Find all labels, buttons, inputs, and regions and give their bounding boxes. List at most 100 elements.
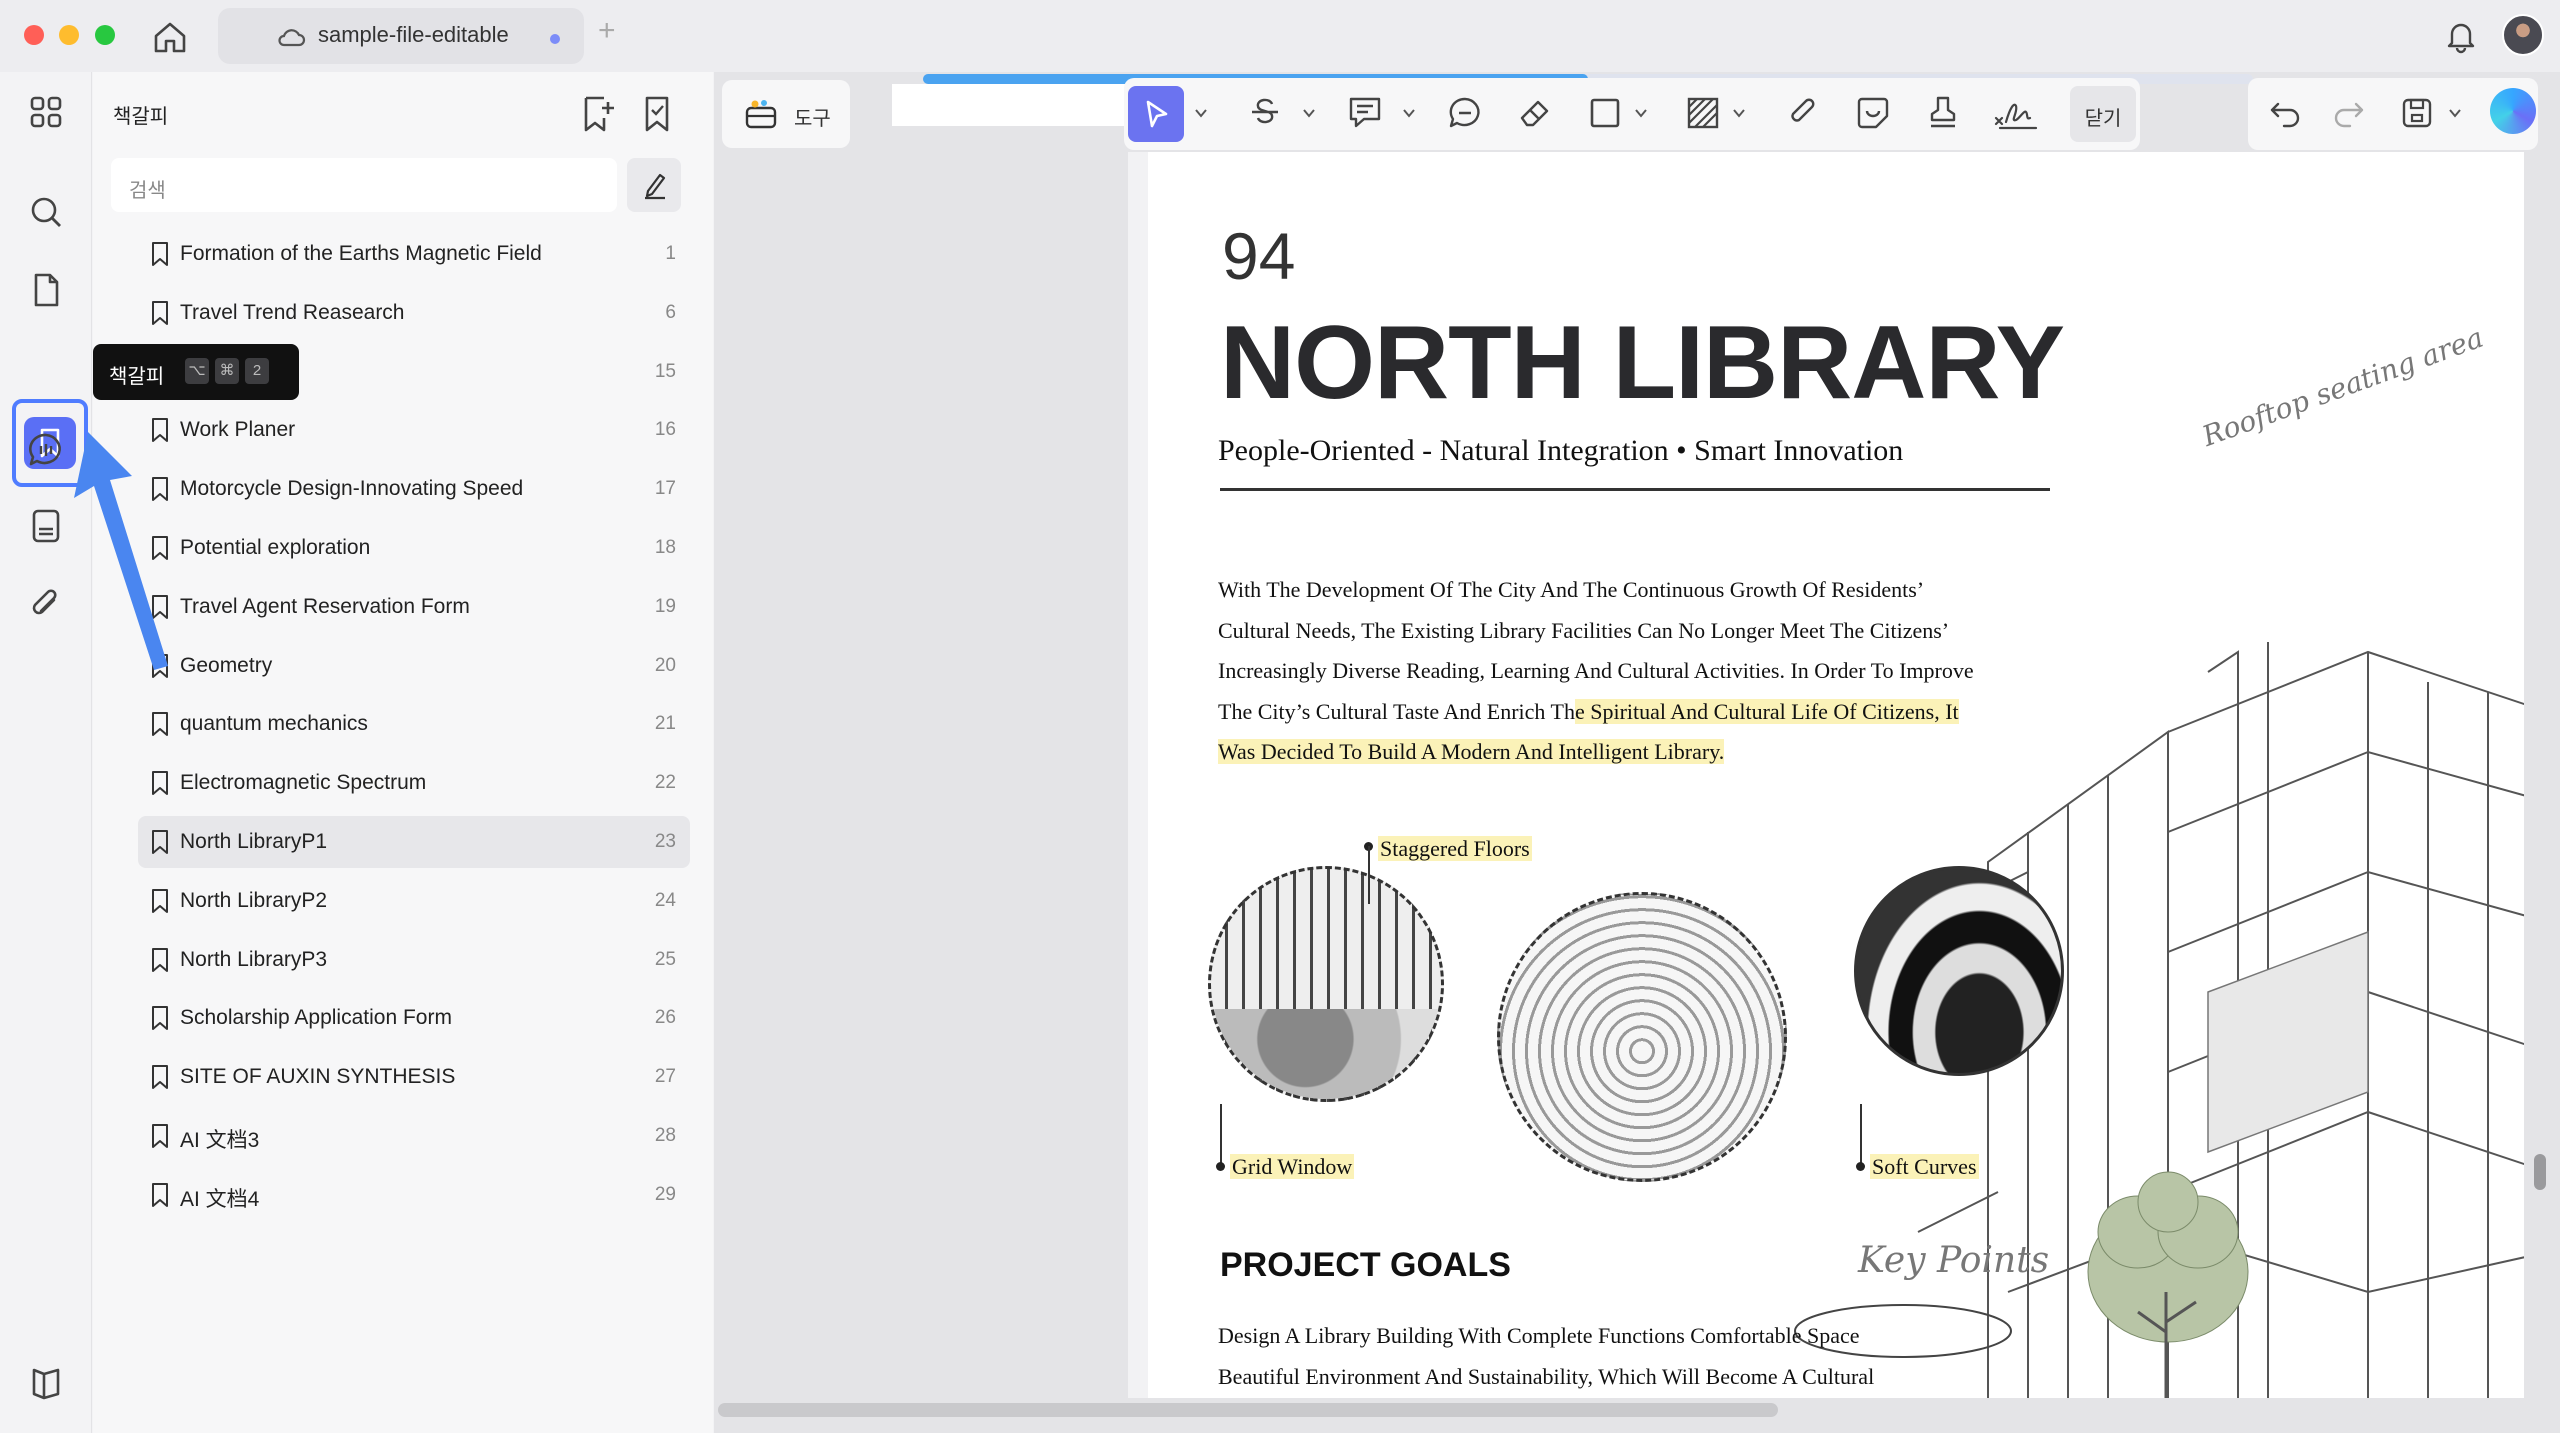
bookmark-item[interactable]: Electromagnetic Spectrum 22	[138, 757, 690, 809]
pencil-icon	[645, 173, 666, 200]
rectangle-icon[interactable]	[1586, 94, 1624, 132]
annotation-toolbar: 닫기	[1124, 78, 2140, 150]
tools-button[interactable]: 도구	[722, 80, 850, 148]
chevron-down-icon[interactable]	[2448, 108, 2462, 118]
ai-assistant-button[interactable]	[2490, 88, 2536, 134]
bookmark-item[interactable]: Travel Agent Reservation Form 19	[138, 581, 690, 633]
chevron-down-icon[interactable]	[1302, 108, 1316, 118]
eraser-icon[interactable]	[1516, 94, 1554, 132]
bookmark-item[interactable]: Formation of the Earths Magnetic Field 1	[138, 228, 690, 280]
add-bookmark-icon[interactable]	[578, 94, 618, 134]
cursor-icon	[1146, 100, 1168, 128]
bookmark-page-number: 16	[654, 419, 676, 441]
add-tab-button[interactable]: +	[598, 14, 616, 48]
bookmark-page-number: 28	[654, 1125, 676, 1146]
bookmark-label: Electromagnetic Spectrum	[180, 771, 427, 795]
bookmark-item[interactable]: Travel Trend Reasearch 6	[138, 287, 690, 339]
close-toolbar-button[interactable]: 닫기	[2070, 86, 2136, 142]
select-tool-button[interactable]	[1128, 86, 1184, 142]
attachment-icon[interactable]	[26, 584, 66, 624]
bookmark-icon	[152, 771, 168, 796]
close-window-button[interactable]	[24, 25, 44, 45]
chevron-down-icon[interactable]	[1634, 108, 1648, 118]
bookmark-icon	[152, 1182, 168, 1207]
form-icon[interactable]	[26, 506, 66, 546]
redo-icon[interactable]	[2330, 94, 2368, 132]
staggered-caption: Staggered Floors	[1378, 836, 1532, 862]
edit-bookmarks-button[interactable]	[627, 158, 681, 212]
bookmark-label: AI 文档4	[180, 1187, 260, 1211]
thumbnails-icon[interactable]	[26, 92, 66, 132]
strikethrough-icon[interactable]	[1246, 94, 1284, 132]
grid-caption: Grid Window	[1230, 1154, 1355, 1180]
bookmark-search-input[interactable]: 검색	[111, 158, 617, 212]
stamp-icon[interactable]	[1924, 94, 1962, 132]
body-line: The City’s Cultural Taste And Enrich The…	[1218, 692, 2118, 733]
panel-title: 책갈피	[113, 106, 169, 128]
search-icon[interactable]	[26, 192, 66, 232]
home-icon[interactable]	[150, 18, 190, 56]
bookmark-item[interactable]: North LibraryP3 25	[138, 934, 690, 986]
unsaved-dot	[550, 34, 560, 44]
bookmark-item[interactable]: Potential exploration 18	[138, 522, 690, 574]
bookmark-item[interactable]: Geometry 20	[138, 640, 690, 692]
zoom-window-button[interactable]	[95, 25, 115, 45]
area-highlight-icon[interactable]	[1684, 94, 1722, 132]
caption-text: Staggered Floors	[1378, 836, 1532, 861]
note-icon[interactable]	[1346, 94, 1384, 132]
layers-icon[interactable]	[26, 1362, 66, 1402]
pdf-page: 94 NORTH LIBRARY People-Oriented - Natur…	[1128, 152, 2524, 1398]
title-rule	[1220, 488, 2050, 491]
search-placeholder: 검색	[129, 180, 166, 202]
chevron-down-icon[interactable]	[1194, 108, 1208, 118]
bell-icon[interactable]	[2443, 18, 2479, 54]
signature-icon[interactable]	[1992, 94, 2040, 132]
sticker-icon[interactable]	[1854, 94, 1892, 132]
undo-icon[interactable]	[2266, 94, 2304, 132]
bookmark-item[interactable]: North LibraryP1 23	[138, 816, 690, 868]
bookmark-item[interactable]: Scholarship Application Form 26	[138, 992, 690, 1044]
bookmark-item[interactable]: AI 文档4 29	[138, 1169, 690, 1221]
comment-icon[interactable]	[1446, 94, 1484, 132]
bookmark-item[interactable]: Work Planer 16	[138, 404, 690, 456]
body-line: Design A Library Building With Complete …	[1218, 1323, 1860, 1348]
document-title: NORTH LIBRARY	[1220, 305, 2065, 421]
bookmark-page-number: 25	[654, 948, 676, 970]
body-text: The City’s Cultural Taste And Enrich Th	[1218, 698, 1575, 724]
soft-curves-image	[1854, 866, 2064, 1076]
chevron-down-icon[interactable]	[1402, 108, 1416, 118]
document-subtitle: People-Oriented - Natural Integration • …	[1218, 434, 1904, 467]
caption-dot	[1216, 1162, 1225, 1171]
bookmark-page-number: 22	[654, 772, 676, 794]
bookmark-label: North LibraryP2	[180, 888, 328, 912]
page-number: 94	[1222, 219, 1296, 293]
bookmark-item[interactable]: North LibraryP2 24	[138, 875, 690, 927]
paperclip-icon[interactable]	[1784, 94, 1822, 132]
chevron-down-icon[interactable]	[1732, 108, 1746, 118]
bookmark-manage-icon[interactable]	[639, 94, 675, 134]
bookmark-item[interactable]: AI 文档3 28	[138, 1110, 690, 1162]
highlighted-text[interactable]: Was Decided To Build A Modern And Intell…	[1218, 739, 1725, 764]
bookmark-item[interactable]: Motorcycle Design-Innovating Speed 17	[138, 463, 690, 515]
pages-icon[interactable]	[26, 270, 66, 310]
user-avatar[interactable]	[2502, 14, 2544, 56]
caption-line	[1860, 1104, 1862, 1166]
soft-caption: Soft Curves	[1870, 1154, 1979, 1180]
bookmark-label: Travel Trend Reasearch	[180, 300, 405, 324]
vertical-scrollbar[interactable]	[2534, 1154, 2546, 1190]
bookmark-label: North LibraryP3	[180, 947, 328, 971]
page-edge	[892, 84, 1132, 126]
save-icon[interactable]	[2398, 94, 2436, 132]
bookmark-item[interactable]: SITE OF AUXIN SYNTHESIS 27	[138, 1051, 690, 1103]
horizontal-scrollbar[interactable]	[718, 1403, 1778, 1417]
project-goals-heading: PROJECT GOALS	[1220, 1246, 1511, 1284]
highlighted-text[interactable]: e Spiritual And Cultural Life Of Citizen…	[1574, 698, 1959, 724]
bookmark-label: quantum mechanics	[180, 712, 368, 736]
comments-icon[interactable]	[26, 430, 66, 470]
minimize-window-button[interactable]	[59, 25, 79, 45]
body-line: Cultural Needs, The Existing Library Fac…	[1218, 617, 1950, 643]
document-tab[interactable]: sample-file-editable	[218, 8, 584, 64]
bookmark-page-number: 21	[654, 713, 676, 735]
bookmark-label: Geometry	[180, 653, 273, 677]
bookmark-item[interactable]: quantum mechanics 21	[138, 698, 690, 750]
